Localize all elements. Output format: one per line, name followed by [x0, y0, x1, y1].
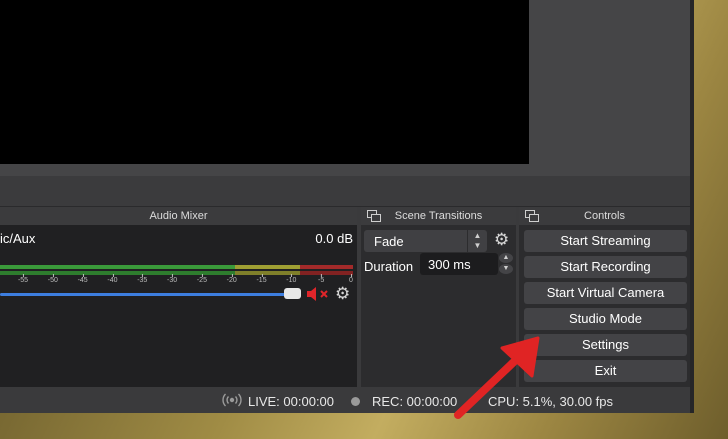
duration-label: Duration [364, 259, 414, 274]
controls-label: Controls [584, 210, 625, 222]
annotation-arrow [454, 336, 540, 419]
scene-transitions-label: Scene Transitions [394, 210, 483, 222]
transition-selected: Fade [374, 234, 404, 249]
gear-icon[interactable]: ⚙ [494, 231, 509, 248]
duration-stepper[interactable]: ▲ ▼ [499, 253, 515, 275]
dock-float-icon[interactable] [525, 210, 539, 222]
dock-float-icon[interactable] [367, 210, 381, 222]
mute-speaker-icon[interactable] [306, 286, 334, 302]
meter-tick-label: -50 [48, 274, 58, 284]
audio-mixer-body: ic/Aux 0.0 dB -55 -50 -45 -40 -35 -30 -25 -20 -1… [0, 225, 357, 387]
preview-canvas[interactable] [0, 0, 529, 164]
stepper-up-icon[interactable]: ▲ [499, 253, 513, 263]
meter-tick-label: -40 [107, 274, 118, 284]
meter-tick-label: -15 [256, 274, 267, 284]
start-virtual-camera-button[interactable]: Start Virtual Camera [524, 282, 687, 304]
dock-divider [0, 176, 692, 207]
meter-tick-label: -30 [167, 274, 177, 284]
meter-tick-label: -5 [318, 274, 324, 284]
meter-tick-label: -20 [227, 274, 237, 284]
volume-meter-top [0, 265, 353, 269]
meter-tick-label: -55 [18, 274, 28, 284]
channel-db: 0.0 dB [315, 231, 353, 246]
duration-value: 300 ms [428, 257, 471, 272]
volume-slider-knob[interactable] [284, 288, 301, 299]
broadcast-icon [222, 393, 242, 407]
controls-title: Controls [519, 207, 690, 225]
transition-select[interactable]: Fade ▲ ▼ [364, 230, 487, 252]
meter-tick-label: -35 [137, 274, 147, 284]
meter-tick-label: -25 [197, 274, 207, 284]
gear-icon[interactable]: ⚙ [335, 285, 350, 302]
start-streaming-button[interactable]: Start Streaming [524, 230, 687, 252]
audio-mixer-title: Audio Mixer [0, 207, 357, 225]
meter-tick-label: 0 [349, 274, 353, 284]
preview-area [0, 0, 692, 176]
scene-transitions-title: Scene Transitions [361, 207, 516, 225]
volume-slider-track[interactable] [0, 293, 292, 296]
meter-ticks: -55 -50 -45 -40 -35 -30 -25 -20 -15 -10 -5 0 [0, 274, 353, 288]
record-dot-icon [351, 397, 360, 406]
studio-mode-button[interactable]: Studio Mode [524, 308, 687, 330]
channel-name: ic/Aux [0, 231, 36, 246]
meter-tick-label: -45 [78, 274, 88, 284]
chevron-updown-icon: ▲ ▼ [467, 230, 487, 252]
audio-mixer-dock: Audio Mixer ic/Aux 0.0 dB -55 -50 -45 -40 -3… [0, 207, 357, 387]
start-recording-button[interactable]: Start Recording [524, 256, 687, 278]
live-timer: LIVE: 00:00:00 [248, 394, 335, 409]
stepper-down-icon[interactable]: ▼ [499, 264, 513, 274]
window-edge [690, 0, 694, 413]
obs-window: Audio Mixer ic/Aux 0.0 dB -55 -50 -45 -40 -3… [0, 0, 694, 413]
meter-tick-label: -10 [286, 274, 296, 284]
status-bar: LIVE: 00:00:00 REC: 00:00:00 CPU: 5.1%, … [0, 388, 692, 413]
duration-input[interactable]: 300 ms [420, 253, 498, 275]
